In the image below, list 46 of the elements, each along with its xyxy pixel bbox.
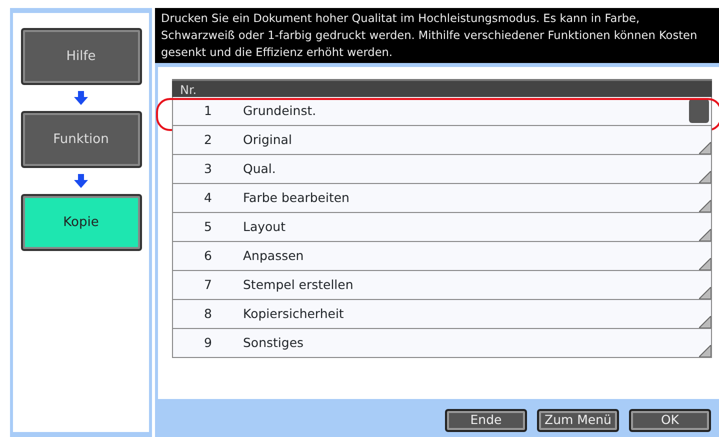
corner-icon <box>699 142 711 154</box>
list-row[interactable]: 4 Farbe bearbeiten <box>172 184 712 213</box>
down-arrow-icon <box>74 174 88 188</box>
row-label: Stempel erstellen <box>243 276 354 294</box>
row-number: 1 <box>203 102 213 120</box>
corner-icon <box>699 171 711 183</box>
row-number: 3 <box>203 160 213 178</box>
message-text: Drucken Sie ein Dokument hoher Qualitat im Hochleistungsmodus. Es kann in Farbe, Schwarzweiß oder 1-farbig gedruckt werden. Mithilfe verschiedener Funktionen können Kosten gesenkt und die Effizienz erhöht werden. <box>155 8 719 63</box>
row-number: 6 <box>203 246 213 265</box>
row-number: 8 <box>203 304 213 323</box>
corner-icon <box>699 229 711 241</box>
list-row[interactable]: 3 Qual. <box>172 155 712 184</box>
row-label: Anpassen <box>243 246 304 265</box>
list-row[interactable]: 6 Anpassen <box>172 242 712 271</box>
corner-icon <box>699 316 711 328</box>
sidebar-button[interactable]: Kopie <box>20 194 142 251</box>
footer-button[interactable]: OK <box>629 409 711 432</box>
sidebar-button[interactable]: Hilfe <box>20 28 142 85</box>
row-label: Farbe bearbeiten <box>243 188 350 207</box>
list-row[interactable]: 2 Original <box>172 126 712 155</box>
down-arrow-icon <box>74 91 88 105</box>
list-row[interactable]: 5 Layout <box>172 213 712 242</box>
corner-icon <box>699 345 711 357</box>
row-number: 2 <box>203 130 213 149</box>
row-number: 5 <box>203 218 213 236</box>
corner-icon <box>699 258 711 270</box>
row-label: Sonstiges <box>243 334 304 352</box>
footer-button[interactable]: Ende <box>445 409 527 432</box>
list-row[interactable]: 8 Kopiersicherheit <box>172 300 712 329</box>
list-row[interactable]: 7 Stempel erstellen <box>172 271 712 300</box>
sidebar-button[interactable]: Funktion <box>20 111 142 168</box>
row-label: Grundeinst. <box>243 102 316 120</box>
corner-icon <box>699 200 711 212</box>
footer-button[interactable]: Zum Menü <box>537 409 619 432</box>
column-header: Nr. <box>172 79 712 97</box>
scroll-thumb[interactable] <box>689 99 709 123</box>
list-row[interactable]: 9 Sonstiges <box>172 329 712 358</box>
list-row[interactable]: 1 Grundeinst. <box>172 97 712 126</box>
row-number: 4 <box>203 188 213 207</box>
corner-icon <box>699 287 711 299</box>
row-label: Original <box>243 130 292 149</box>
row-number: 7 <box>203 276 213 294</box>
row-label: Layout <box>243 218 286 236</box>
row-number: 9 <box>203 334 213 352</box>
row-label: Kopiersicherheit <box>243 304 344 323</box>
row-label: Qual. <box>243 160 276 178</box>
